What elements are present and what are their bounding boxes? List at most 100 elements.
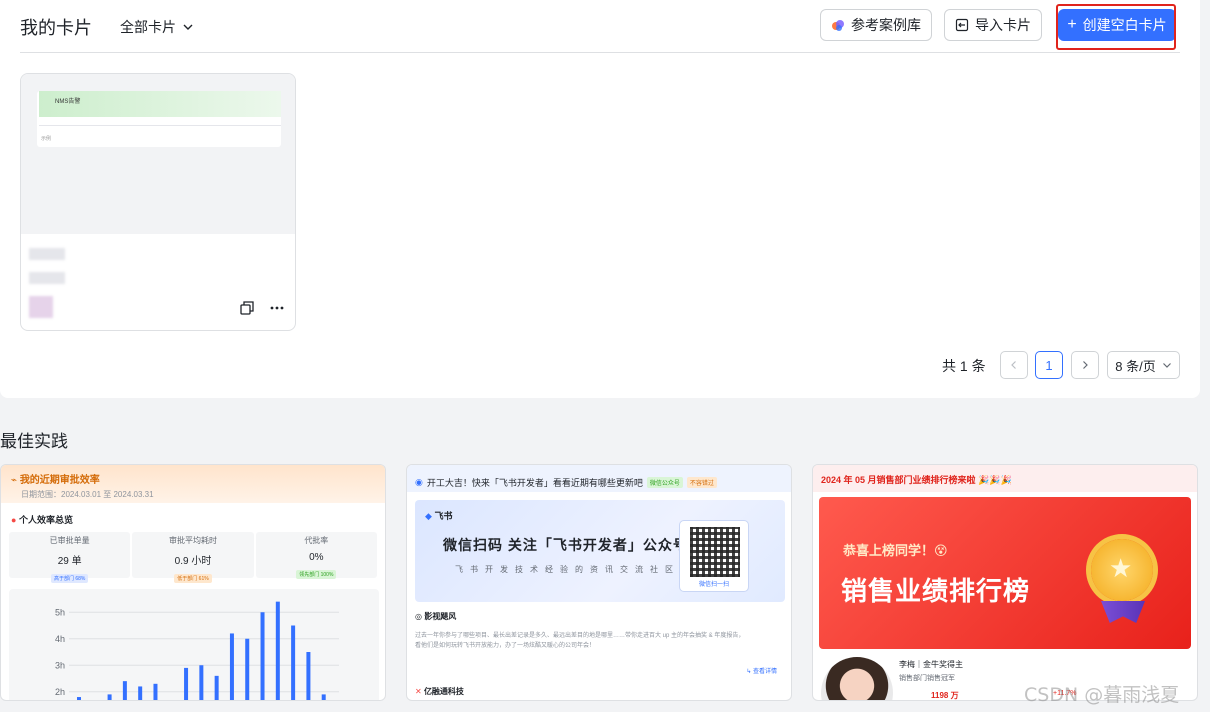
template-card-approval[interactable]: ⌁ 我的近期审批效率 日期范围：2024.03.01 至 2024.03.31 … bbox=[0, 464, 386, 701]
library-icon bbox=[832, 20, 844, 31]
stat-badge: 低于部门 61% bbox=[174, 574, 212, 583]
stat-badge: 高于部门 68% bbox=[50, 574, 89, 583]
bar bbox=[122, 681, 127, 700]
blurred-avatar bbox=[29, 296, 53, 318]
reference-library-button[interactable]: 参考案例库 bbox=[820, 9, 932, 41]
view-details-link[interactable]: ↳ 查看详情 bbox=[746, 666, 777, 675]
bar bbox=[306, 652, 311, 700]
ranking-banner: 恭喜上榜同学！😵 销售业绩排行榜 bbox=[819, 497, 1191, 649]
bar bbox=[291, 625, 296, 700]
stat-box: 已审批单量 29 单 高于部门 68% bbox=[9, 532, 131, 583]
create-blank-card-label: 创建空白卡片 bbox=[1082, 17, 1167, 33]
bar bbox=[199, 665, 204, 700]
qr-code: 微信扫一扫 bbox=[679, 520, 749, 592]
sales-amount: 1198 万 bbox=[931, 691, 959, 700]
medal-icon: ● bbox=[11, 515, 17, 525]
post-item: ◎ 影视飓风 过去一年你参与了哪些项目、最长出差记录是多久、最远出差目的地是哪里… bbox=[415, 611, 745, 651]
approval-chart: 2h 3h 4h 5h bbox=[9, 589, 379, 700]
page-size-select[interactable]: 8 条/页 bbox=[1107, 351, 1180, 379]
plus-icon: + bbox=[1067, 16, 1077, 33]
tag: 微信公众号 bbox=[646, 476, 683, 488]
stat-box: 代批率 0% 领先部门 100% bbox=[255, 532, 377, 579]
stat-value: 29 单 bbox=[57, 556, 82, 567]
bar bbox=[77, 697, 81, 700]
info-icon: ◉ bbox=[415, 476, 423, 487]
bar bbox=[275, 601, 280, 700]
blurred-text bbox=[29, 248, 65, 260]
import-card-button[interactable]: 导入卡片 bbox=[944, 9, 1042, 41]
y-tick-label: 2h bbox=[55, 687, 65, 697]
template-card-developer[interactable]: ◉ 开工大吉！快来「飞书开发者」看看近期有哪些更新吧 微信公众号 不容错过 ◆ … bbox=[406, 464, 792, 701]
card-thumbnail: NMS告警 示例 bbox=[21, 74, 295, 234]
template-card-sales-ranking[interactable]: 2024 年 05 月销售部门业绩排行榜来啦 🎉🎉🎉 恭喜上榜同学！😵 销售业绩… bbox=[812, 464, 1198, 701]
template-subtitle: ● 个人效率总览 bbox=[11, 515, 73, 525]
stat-label: 代批率 bbox=[304, 536, 329, 545]
bar bbox=[245, 638, 250, 700]
my-cards-panel: 我的卡片 全部卡片 参考案例库 导入卡片 + 创建空白卡片 NMS告警 示例 共… bbox=[0, 0, 1200, 398]
banner-headline: 微信扫码 关注「飞书开发者」公众号 bbox=[443, 537, 688, 553]
y-tick-label: 3h bbox=[55, 660, 65, 670]
bar-chart: 2h 3h 4h 5h bbox=[55, 601, 339, 700]
page-size-label: 8 条/页 bbox=[1115, 358, 1156, 374]
qr-caption: 微信扫一扫 bbox=[698, 582, 729, 588]
post-text: 过去一年你参与了哪些项目、最长出差记录是多久、最远出差目的地是哪里……带你走进百… bbox=[415, 633, 745, 649]
copy-icon[interactable] bbox=[239, 300, 255, 316]
pagination-total: 共 1 条 bbox=[942, 358, 986, 374]
bar bbox=[214, 675, 219, 700]
divider bbox=[20, 52, 1180, 53]
next-page-button[interactable] bbox=[1071, 351, 1099, 379]
template-header: ◉ 开工大吉！快来「飞书开发者」看看近期有哪些更新吧 微信公众号 不容错过 bbox=[407, 465, 791, 492]
bar bbox=[260, 612, 265, 700]
chevron-left-icon bbox=[1011, 361, 1016, 369]
chevron-right-icon bbox=[1083, 361, 1088, 369]
import-icon bbox=[955, 18, 969, 32]
feishu-logo: ◆ 飞书 bbox=[425, 511, 453, 521]
template-title: ⌁ 我的近期审批效率 bbox=[11, 475, 100, 486]
create-blank-card-button[interactable]: + 创建空白卡片 bbox=[1058, 9, 1176, 41]
bar bbox=[138, 686, 143, 700]
winner-desc: 销售部门销售冠军 bbox=[899, 675, 955, 682]
bar bbox=[184, 667, 189, 700]
medal-icon bbox=[1091, 539, 1153, 601]
page-number-button[interactable]: 1 bbox=[1035, 351, 1063, 379]
bar bbox=[153, 683, 158, 700]
stat-value: 0% bbox=[309, 552, 324, 563]
chevron-down-icon bbox=[183, 24, 193, 30]
avatar bbox=[821, 657, 893, 700]
card-preview-title: NMS告警 bbox=[55, 99, 81, 105]
stat-label: 审批平均耗时 bbox=[168, 536, 217, 545]
card-preview-sub: 示例 bbox=[41, 136, 52, 142]
card-item[interactable]: NMS告警 示例 bbox=[20, 73, 296, 331]
watermark: CSDN @暮雨浅夏 bbox=[1024, 684, 1180, 706]
stat-label: 已审批单量 bbox=[49, 536, 90, 545]
import-card-label: 导入卡片 bbox=[975, 17, 1031, 33]
ribbon-icon bbox=[1101, 601, 1145, 623]
bar bbox=[229, 633, 234, 700]
tag: 不容错过 bbox=[686, 476, 717, 488]
bar bbox=[321, 694, 326, 700]
filter-label: 全部卡片 bbox=[120, 19, 176, 35]
ranking-title: 销售业绩排行榜 bbox=[841, 576, 1031, 606]
prev-page-button[interactable] bbox=[1000, 351, 1028, 379]
template-date: 日期范围：2024.03.01 至 2024.03.31 bbox=[21, 490, 154, 499]
post-title: ◎ 影视飓风 bbox=[415, 612, 457, 621]
card-preview: NMS告警 示例 bbox=[37, 91, 281, 147]
promo-banner: ◆ 飞书 微信扫码 关注「飞书开发者」公众号 飞书开发技术经验的资讯交流社区 微… bbox=[415, 500, 785, 602]
company-name: ✕ 亿融通科技 bbox=[415, 687, 464, 696]
banner-subline: 飞书开发技术经验的资讯交流社区 bbox=[455, 565, 680, 574]
y-tick-label: 5h bbox=[55, 607, 65, 617]
stat-box: 审批平均耗时 0.9 小时 低于部门 61% bbox=[132, 532, 254, 583]
card-filter-dropdown[interactable]: 全部卡片 bbox=[120, 17, 194, 37]
template-header: 2024 年 05 月销售部门业绩排行榜来啦 🎉🎉🎉 bbox=[813, 465, 1197, 492]
section-title: 最佳实践 bbox=[0, 432, 68, 451]
y-tick-label: 4h bbox=[55, 634, 65, 644]
congrats-text: 恭喜上榜同学！😵 bbox=[843, 543, 948, 558]
more-icon[interactable] bbox=[269, 300, 285, 316]
stat-badge: 领先部门 100% bbox=[296, 570, 337, 579]
stat-value: 0.9 小时 bbox=[174, 556, 212, 567]
page-title: 我的卡片 bbox=[20, 18, 92, 38]
blurred-text bbox=[29, 272, 65, 284]
template-header-text: 开工大吉！快来「飞书开发者」看看近期有哪些更新吧 bbox=[426, 477, 643, 488]
bar bbox=[107, 694, 112, 700]
reference-library-label: 参考案例库 bbox=[851, 17, 921, 33]
